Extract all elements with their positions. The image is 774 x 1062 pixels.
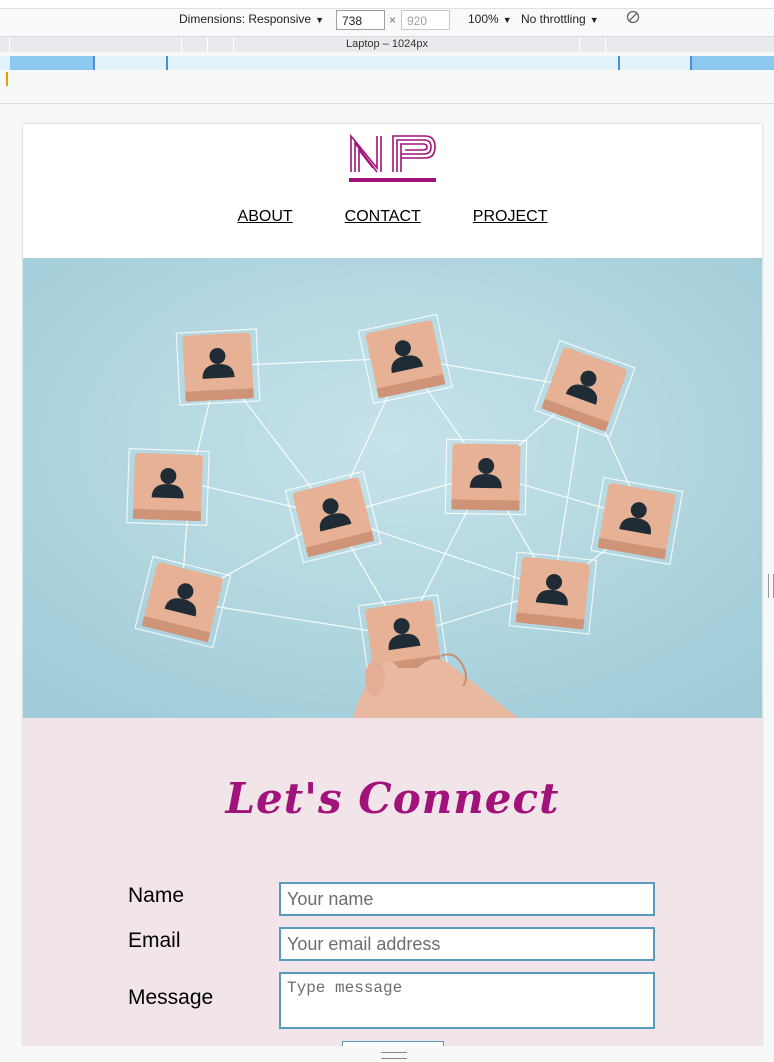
- main-nav: ABOUT CONTACT PROJECT: [23, 208, 762, 226]
- site-header: ABOUT CONTACT PROJECT: [23, 124, 762, 258]
- side-resize-handle[interactable]: [768, 574, 774, 598]
- caret-down-icon: ▼: [315, 15, 324, 25]
- nav-about-link[interactable]: ABOUT: [238, 208, 293, 225]
- devtools-divider: [0, 103, 774, 104]
- nav-contact-link[interactable]: CONTACT: [345, 208, 421, 225]
- dimensions-dropdown[interactable]: Dimensions: Responsive ▼: [179, 12, 324, 26]
- nav-project-link[interactable]: PROJECT: [473, 208, 548, 225]
- height-input[interactable]: 920: [401, 10, 450, 30]
- media-query-bar[interactable]: Laptop – 1024px: [0, 37, 774, 52]
- zoom-label: 100%: [468, 12, 499, 26]
- message-label: Message: [128, 986, 214, 1009]
- throttling-dropdown[interactable]: No throttling ▼: [521, 12, 599, 26]
- throttling-label: No throttling: [521, 12, 586, 26]
- caret-down-icon: ▼: [502, 15, 512, 25]
- breakpoint-bar[interactable]: [0, 56, 774, 70]
- email-label: Email: [128, 929, 181, 952]
- np-logo[interactable]: [349, 134, 437, 184]
- hero-image: [23, 258, 762, 718]
- devtools-top-strip: [0, 0, 774, 9]
- contact-section: Let's Connect Name Email Message: [23, 718, 762, 1046]
- devtools-toolbar: Dimensions: Responsive ▼ 738 × 920 100% ▼ …: [0, 0, 774, 37]
- dimensions-label: Dimensions: Responsive: [179, 12, 312, 26]
- email-input[interactable]: [279, 927, 655, 961]
- resize-grip-icon[interactable]: [381, 1052, 407, 1059]
- ruler-marker: [6, 72, 8, 86]
- rotate-disabled-icon[interactable]: [626, 10, 640, 27]
- name-label: Name: [128, 884, 185, 907]
- page-viewport: ABOUT CONTACT PROJECT Let's Connect Name…: [23, 124, 762, 1046]
- caret-down-icon: ▼: [589, 15, 599, 25]
- media-query-label: Laptop – 1024px: [346, 38, 428, 50]
- message-textarea[interactable]: [279, 972, 655, 1029]
- times-label: ×: [389, 13, 397, 27]
- width-input[interactable]: 738: [336, 10, 385, 30]
- network-illustration: [23, 258, 762, 718]
- name-input[interactable]: [279, 882, 655, 916]
- zoom-dropdown[interactable]: 100% ▼: [468, 12, 512, 26]
- contact-heading: Let's Connect: [225, 774, 560, 823]
